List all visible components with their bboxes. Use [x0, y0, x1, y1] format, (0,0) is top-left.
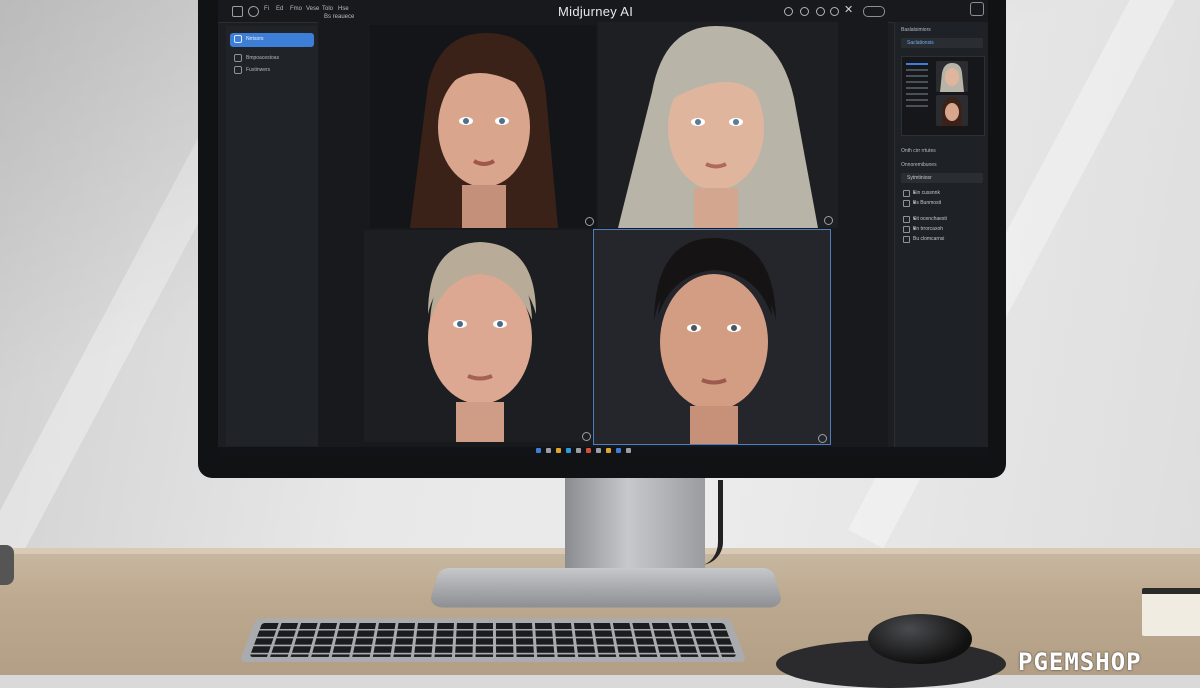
account-icon[interactable]: [970, 2, 984, 16]
app-icon[interactable]: [596, 448, 601, 453]
share-icon[interactable]: [800, 7, 809, 16]
option-row[interactable]: Ein cussnnk ▾: [901, 188, 983, 198]
settings-icon[interactable]: [248, 6, 259, 17]
lamp-base: [0, 545, 14, 585]
option-label: Bu clomcarnsi: [913, 236, 944, 242]
section-label: Onnoremibunes: [901, 162, 937, 168]
style-dropdown[interactable]: Sytmtiniosr: [901, 173, 983, 183]
upscale-icon[interactable]: [585, 217, 594, 226]
upscale-icon[interactable]: [824, 216, 833, 225]
browser-icon[interactable]: [566, 448, 571, 453]
panel-header: Baslatsimiors: [901, 27, 931, 33]
search-label[interactable]: Bs reauece: [324, 14, 354, 20]
option-row[interactable]: Bn trrorcaxoh ▾: [901, 224, 983, 234]
option-row[interactable]: Bu clomcarnsi: [901, 234, 983, 244]
folder-icon[interactable]: [556, 448, 561, 453]
portrait-image: [364, 230, 592, 442]
menu-view[interactable]: Vese: [306, 6, 319, 12]
panel-field-value: Saclationsis: [907, 40, 934, 46]
sidebar-item-compositions[interactable]: Bmpoacestoas: [230, 52, 314, 64]
home-icon[interactable]: [232, 6, 243, 17]
refresh-icon[interactable]: [784, 7, 793, 16]
image-grid: [318, 22, 888, 447]
app-icon[interactable]: [576, 448, 581, 453]
checkbox[interactable]: [903, 190, 910, 197]
portrait-image: [594, 230, 830, 444]
history-icon[interactable]: [830, 7, 839, 16]
theme-toggle[interactable]: [863, 6, 885, 17]
app-icon[interactable]: [586, 448, 591, 453]
menu-help[interactable]: Hse: [338, 6, 349, 12]
option-row[interactable]: Sit ocenchaesti ▾: [901, 214, 983, 224]
menu-format[interactable]: Fmo: [290, 6, 302, 12]
sidebar-item-label: Fustinwers: [246, 67, 270, 73]
grid-image-2[interactable]: [598, 22, 838, 228]
chevron-down-icon: ▾: [913, 190, 981, 196]
sidebar-item-label: Bmpoacestoas: [246, 55, 279, 61]
taskbar: [218, 447, 988, 455]
option-row[interactable]: Bs Bunmosit ▾: [901, 198, 983, 208]
download-icon[interactable]: [816, 7, 825, 16]
chevron-down-icon: ▾: [913, 200, 981, 206]
home-icon: [234, 35, 242, 43]
checkbox[interactable]: [903, 236, 910, 243]
sidebar-item-label: Nrrisors: [246, 36, 264, 42]
app-icon[interactable]: [606, 448, 611, 453]
menu-tools[interactable]: Tolo: [322, 6, 333, 12]
section-label: Onth cirr rrtutes: [901, 148, 936, 154]
monitor-stand-base: [428, 568, 784, 607]
checkbox[interactable]: [903, 200, 910, 207]
thumbnail-image[interactable]: [936, 61, 968, 92]
book: [1142, 588, 1200, 636]
search-icon[interactable]: [546, 448, 551, 453]
portrait-image: [598, 22, 838, 228]
upscale-icon[interactable]: [582, 432, 591, 441]
close-icon[interactable]: ✕: [844, 3, 853, 16]
app-icon[interactable]: [616, 448, 621, 453]
menu-file[interactable]: Fi: [264, 6, 269, 12]
grid-icon: [234, 54, 242, 62]
start-icon[interactable]: [536, 448, 541, 453]
grid-image-4[interactable]: [594, 230, 830, 444]
watermark-logo: PGEMSHOP: [1018, 648, 1142, 676]
panel-field[interactable]: Saclationsis: [901, 38, 983, 48]
chevron-down-icon: ▾: [913, 226, 981, 232]
sidebar-item-active[interactable]: Nrrisors: [230, 33, 314, 47]
thumbnail-meta: [906, 63, 928, 111]
dropdown-value: Sytmtiniosr: [907, 175, 932, 181]
list-icon: [234, 66, 242, 74]
grid-image-3[interactable]: [364, 230, 592, 442]
right-panel: Baslatsimiors Saclationsis Onth cirr rrt…: [894, 22, 988, 447]
sidebar-item-features[interactable]: Fustinwers: [230, 64, 314, 76]
monitor-stand-neck: [565, 470, 705, 580]
portrait-image: [370, 25, 596, 228]
monitor-screen: Fi Ed Fmo Vese Tolo Hse Midjurney AI ✕ B…: [218, 0, 988, 455]
left-sidebar: Nrrisors Bmpoacestoas Fustinwers: [226, 26, 319, 446]
mouse: [868, 614, 972, 664]
upscale-icon[interactable]: [818, 434, 827, 443]
grid-image-1[interactable]: [370, 25, 596, 228]
checkbox[interactable]: [903, 226, 910, 233]
checkbox[interactable]: [903, 216, 910, 223]
chevron-down-icon: ▾: [913, 216, 981, 222]
menu-edit[interactable]: Ed: [276, 6, 283, 12]
app-title: Midjurney AI: [558, 4, 633, 19]
app-icon[interactable]: [626, 448, 631, 453]
thumbnail-panel: [901, 56, 985, 136]
thumbnail-image[interactable]: [936, 95, 968, 126]
keyboard: [239, 619, 746, 662]
